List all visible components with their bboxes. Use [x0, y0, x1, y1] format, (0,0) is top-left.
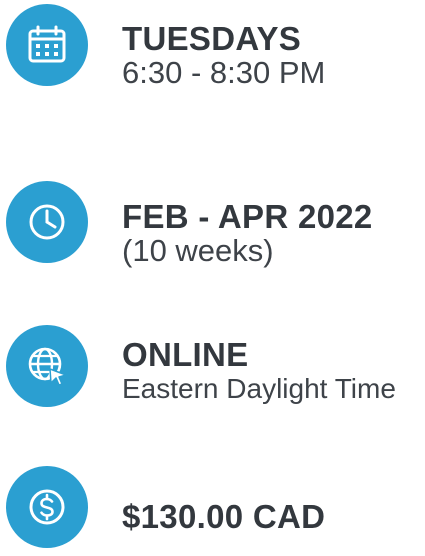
date-range-row: FEB - APR 2022 (10 weeks) [6, 181, 425, 271]
price-row: $130.00 CAD [6, 466, 425, 556]
duration-subtitle: (10 weeks) [122, 233, 274, 268]
location-title: ONLINE [122, 336, 249, 373]
location-row: ONLINE Eastern Daylight Time [6, 325, 425, 415]
date-range-title: FEB - APR 2022 [122, 198, 373, 235]
calendar-icon [6, 4, 88, 86]
schedule-row: TUESDAYS 6:30 - 8:30 PM [6, 4, 425, 94]
schedule-day-title: TUESDAYS [122, 20, 302, 57]
price-title: $130.00 CAD [122, 498, 326, 535]
schedule-time-subtitle: 6:30 - 8:30 PM [122, 55, 326, 90]
globe-cursor-icon [6, 325, 88, 407]
clock-icon [6, 181, 88, 263]
dollar-coin-icon [6, 466, 88, 548]
timezone-subtitle: Eastern Daylight Time [122, 373, 396, 404]
